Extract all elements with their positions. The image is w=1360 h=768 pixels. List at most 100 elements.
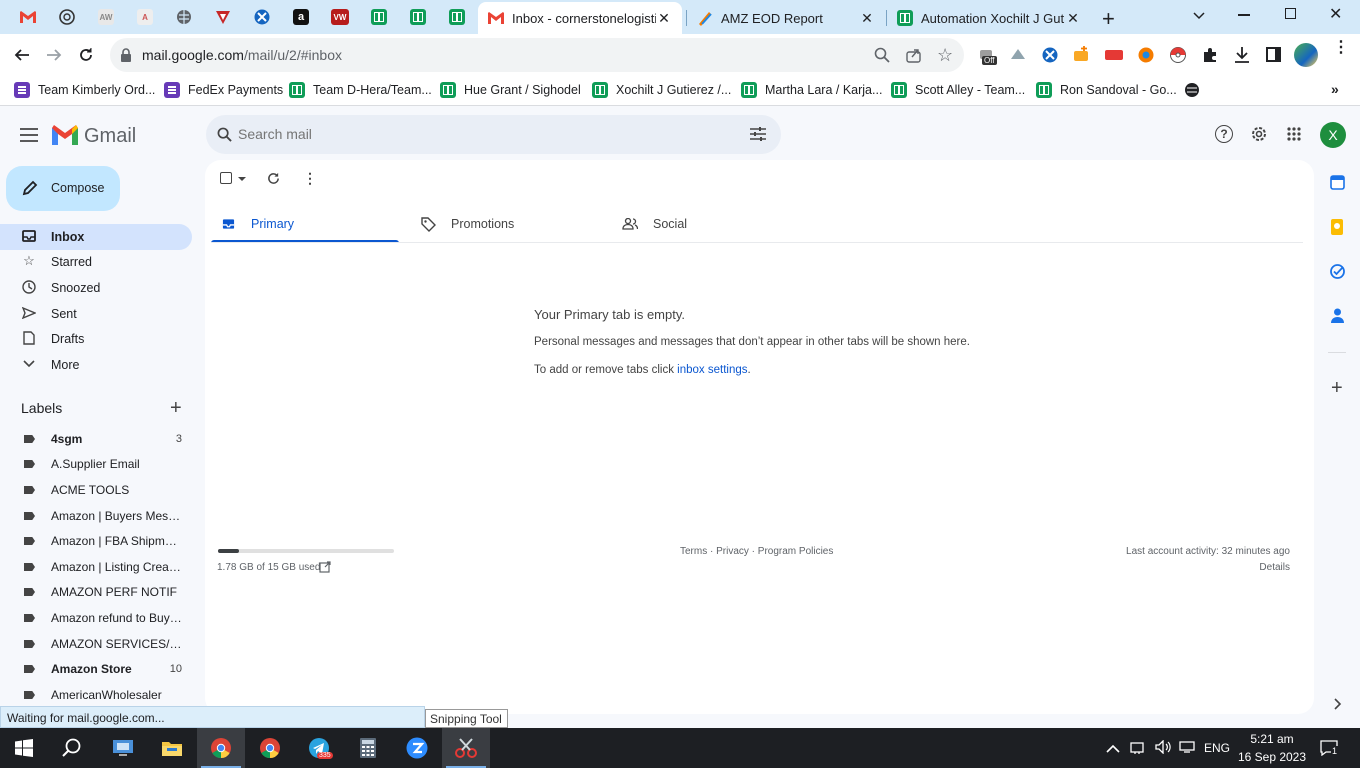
get-addons-icon[interactable]: + xyxy=(1331,377,1343,400)
taskbar-chrome-1[interactable] xyxy=(197,728,245,768)
settings-gear-icon[interactable] xyxy=(1250,125,1268,146)
new-tab-icon[interactable]: + xyxy=(1102,6,1115,32)
label-item[interactable]: A.Supplier Email xyxy=(0,451,192,477)
taskbar-snipping-tool[interactable] xyxy=(442,728,490,768)
bookmark-item[interactable]: Team D-Hera/Team... xyxy=(289,82,432,98)
tab-promotions[interactable]: Promotions xyxy=(419,205,599,243)
taskbar-zoom[interactable] xyxy=(393,728,441,768)
bookmark-item[interactable]: Scott Alley - Team... xyxy=(891,82,1025,98)
pinned-tab-4[interactable]: A xyxy=(127,4,163,30)
pinned-tab-sheets-2[interactable] xyxy=(400,4,436,30)
bookmark-item[interactable]: FedEx Payments xyxy=(164,82,283,98)
extension-pokeball-icon[interactable] xyxy=(1170,47,1186,66)
bookmark-item[interactable]: Team Kimberly Ord... xyxy=(14,82,155,98)
help-icon[interactable]: ? xyxy=(1215,125,1233,143)
pinned-tab-gmail[interactable] xyxy=(10,4,46,30)
contacts-icon[interactable] xyxy=(1331,308,1344,326)
notification-center-icon[interactable]: 1 xyxy=(1320,740,1339,759)
nav-more[interactable]: More xyxy=(0,352,192,378)
bookmark-star-icon[interactable]: ☆ xyxy=(937,45,953,66)
label-item[interactable]: AmericanWholesaler xyxy=(0,682,192,708)
tab-search-icon[interactable] xyxy=(1190,6,1208,24)
label-item[interactable]: Amazon refund to Buyers xyxy=(0,605,192,631)
calendar-icon[interactable] xyxy=(1330,175,1345,193)
extension-sale-icon[interactable] xyxy=(1009,47,1027,63)
reload-button[interactable] xyxy=(74,43,98,67)
more-actions-icon[interactable]: ⋮ xyxy=(303,170,317,187)
side-panel-icon[interactable] xyxy=(1266,47,1281,62)
inbox-settings-link[interactable]: inbox settings xyxy=(677,364,747,376)
clock-time[interactable]: 5:21 am xyxy=(1240,732,1304,746)
extension-alert-icon[interactable] xyxy=(1104,47,1124,63)
tasks-icon[interactable] xyxy=(1330,264,1345,282)
extension-blue-x-icon[interactable] xyxy=(1042,47,1058,66)
nav-starred[interactable]: ☆ Starred xyxy=(0,249,192,275)
taskbar-telegram[interactable]: 335 xyxy=(295,728,343,768)
back-button[interactable] xyxy=(10,43,34,67)
tab-primary[interactable]: Primary xyxy=(219,205,399,243)
taskbar-search[interactable] xyxy=(48,728,96,768)
network-icon[interactable] xyxy=(1130,740,1146,757)
bookmark-item[interactable]: Xochilt J Gutierez /... xyxy=(592,82,731,98)
volume-icon[interactable] xyxy=(1155,739,1171,757)
tray-overflow-icon[interactable] xyxy=(1106,742,1120,757)
language-indicator[interactable]: ENG xyxy=(1204,741,1230,755)
nav-drafts[interactable]: Drafts xyxy=(0,326,192,352)
extension-scout-icon[interactable] xyxy=(1072,45,1092,63)
lock-icon[interactable] xyxy=(120,48,132,65)
chevron-right-icon[interactable] xyxy=(1334,698,1342,713)
bookmarks-overflow-icon[interactable]: » xyxy=(1331,81,1339,97)
label-item[interactable]: Amazon | Listing Created xyxy=(0,554,192,580)
search-options-icon[interactable] xyxy=(750,127,766,144)
browser-menu-icon[interactable]: ⋮ xyxy=(1333,40,1349,56)
pinned-tab-openai[interactable] xyxy=(49,4,85,30)
search-input[interactable] xyxy=(238,124,718,144)
nav-sent[interactable]: Sent xyxy=(0,301,192,327)
label-item[interactable]: ACME TOOLS xyxy=(0,477,192,503)
extension-coffee-icon[interactable]: Off xyxy=(978,46,1000,68)
taskbar-calculator[interactable] xyxy=(344,728,392,768)
extensions-puzzle-icon[interactable] xyxy=(1202,47,1218,66)
forward-button[interactable] xyxy=(42,43,66,67)
label-item[interactable]: AMAZON SERVICES/PAY... xyxy=(0,631,192,657)
close-tab-icon[interactable]: ✕ xyxy=(859,10,875,27)
taskbar-app-desktop[interactable] xyxy=(99,728,147,768)
taskbar-chrome-2[interactable] xyxy=(246,728,294,768)
pinned-tab-5[interactable] xyxy=(166,4,202,30)
tab-amz-eod[interactable]: AMZ EOD Report ✕ xyxy=(687,2,885,34)
download-icon[interactable] xyxy=(1234,46,1250,67)
pinned-tab-3[interactable]: AW xyxy=(88,4,124,30)
gmail-logo-icon[interactable] xyxy=(52,125,78,148)
tab-social[interactable]: Social xyxy=(621,205,801,243)
restore-icon[interactable] xyxy=(1285,8,1296,19)
pinned-tab-amazon[interactable]: a xyxy=(283,4,319,30)
footer-links[interactable]: Terms · Privacy · Program Policies xyxy=(680,546,833,557)
search-icon[interactable] xyxy=(217,127,232,145)
taskbar-file-explorer[interactable] xyxy=(148,728,196,768)
bookmark-item[interactable]: Martha Lara / Karja... xyxy=(741,82,882,98)
add-label-icon[interactable]: + xyxy=(170,397,182,420)
close-tab-icon[interactable]: ✕ xyxy=(656,10,672,27)
bookmark-item[interactable]: Ron Sandoval - Go... xyxy=(1036,82,1177,98)
close-window-icon[interactable]: ✕ xyxy=(1329,4,1342,24)
label-item[interactable]: Amazon Store 10 xyxy=(0,656,192,682)
select-dropdown-icon[interactable] xyxy=(238,177,246,181)
share-icon[interactable] xyxy=(906,47,922,66)
start-button[interactable] xyxy=(0,728,48,768)
close-tab-icon[interactable]: ✕ xyxy=(1065,10,1081,27)
pinned-tab-sheets-3[interactable] xyxy=(439,4,475,30)
bookmark-globe-icon[interactable] xyxy=(1184,82,1200,101)
apps-grid-icon[interactable] xyxy=(1287,127,1301,144)
account-avatar[interactable]: X xyxy=(1320,122,1346,148)
label-item[interactable]: AMAZON PERF NOTIF xyxy=(0,579,192,605)
pinned-tab-6[interactable] xyxy=(205,4,241,30)
label-item[interactable]: Amazon | Buyers Messa... xyxy=(0,503,192,529)
nav-snoozed[interactable]: Snoozed xyxy=(0,275,192,301)
tab-inbox[interactable]: Inbox - cornerstonelogistic ✕ xyxy=(478,2,682,34)
pinned-tab-7[interactable] xyxy=(244,4,280,30)
label-item[interactable]: Amazon | FBA Shipments xyxy=(0,528,192,554)
zoom-icon[interactable] xyxy=(874,47,890,66)
nav-inbox[interactable]: Inbox xyxy=(0,224,192,250)
pinned-tab-vw[interactable]: VW xyxy=(322,4,358,30)
label-item[interactable]: 4sgm 3 xyxy=(0,426,192,452)
